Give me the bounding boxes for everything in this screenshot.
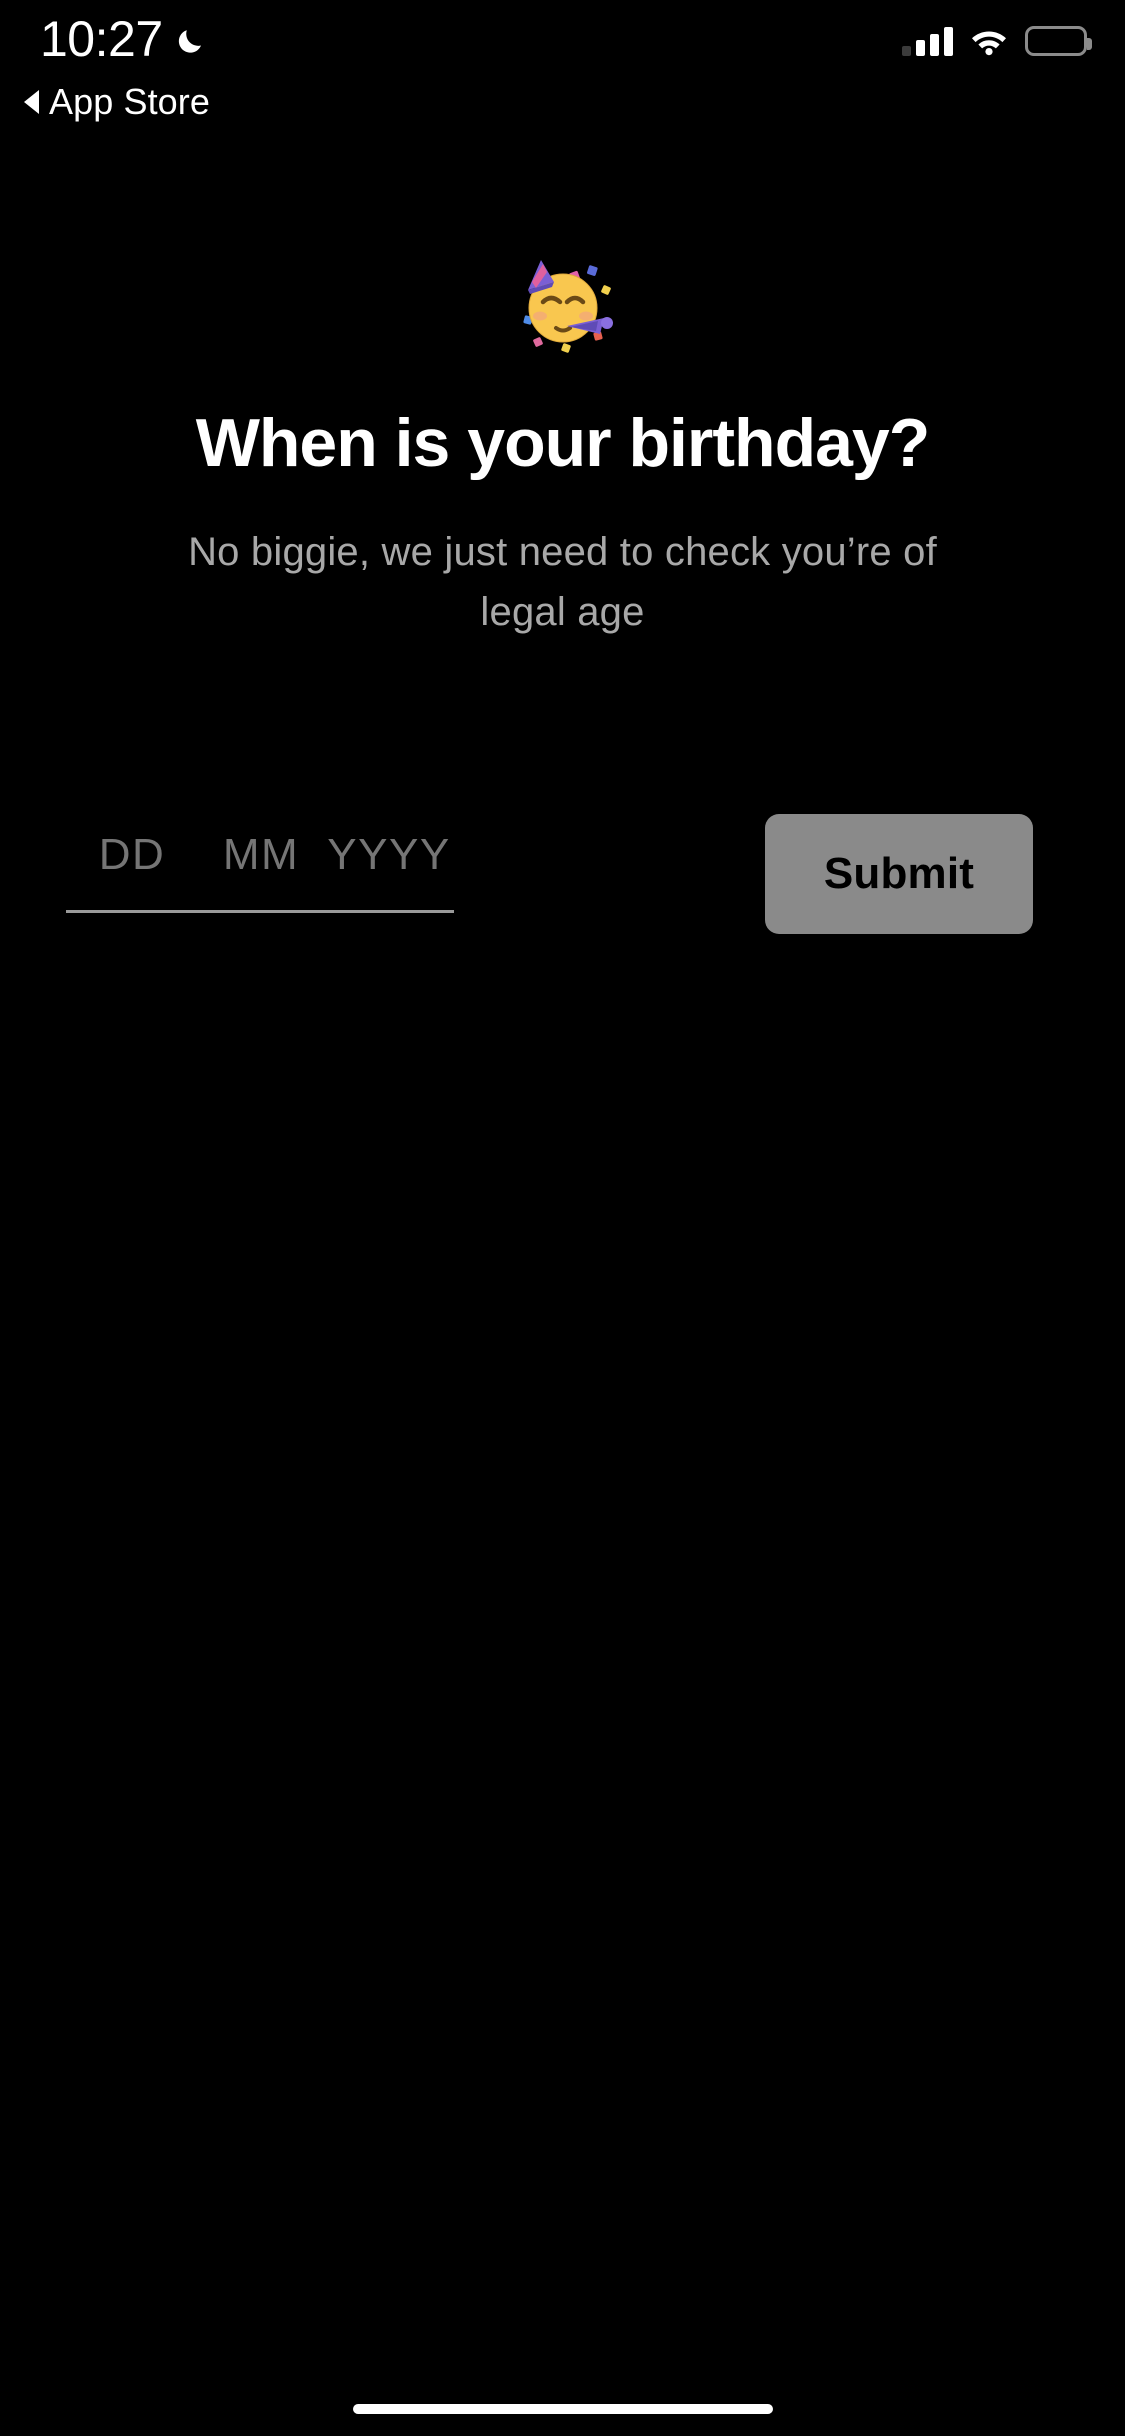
back-link-label: App Store (49, 81, 211, 122)
page-title: When is your birthday? (195, 405, 931, 481)
wifi-icon (969, 26, 1009, 56)
back-to-app-store-link[interactable]: App Store (24, 82, 210, 122)
day-input[interactable] (66, 830, 198, 880)
status-bar-left: 10:27 (40, 12, 209, 66)
partying-face-emoji (0, 242, 1125, 358)
app-screen: 10:27 App Store When is your birthday? N… (0, 0, 1125, 2436)
home-indicator[interactable] (352, 2404, 773, 2414)
status-bar-clock: 10:27 (40, 11, 163, 67)
crescent-moon-icon (175, 24, 209, 58)
cellular-signal-icon (902, 26, 953, 56)
year-input[interactable] (324, 830, 454, 880)
partying-face-emoji-art (522, 260, 613, 353)
birthday-form: Submit (0, 806, 1125, 946)
page-subtitle: No biggie, we just need to check you’re … (188, 530, 937, 634)
month-input[interactable] (198, 830, 324, 880)
date-input-underline (66, 910, 454, 913)
status-bar-right (902, 26, 1092, 56)
battery-icon (1025, 26, 1092, 56)
date-input-group[interactable] (66, 806, 454, 946)
date-fields (66, 806, 454, 904)
submit-button[interactable]: Submit (765, 814, 1033, 934)
back-caret-icon (24, 90, 39, 114)
